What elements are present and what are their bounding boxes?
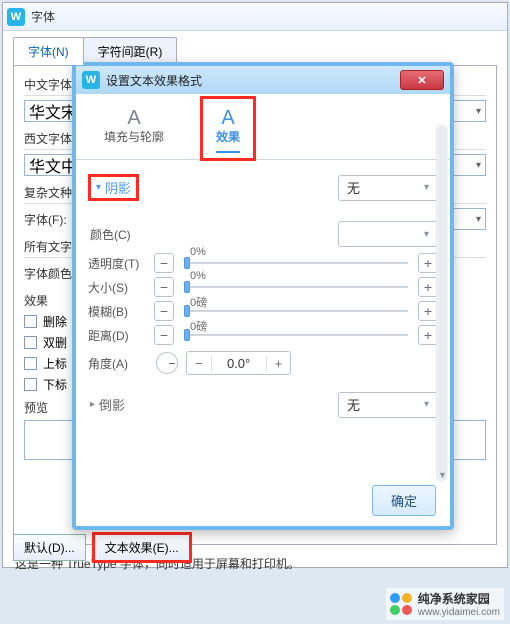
angle-label: 角度(A) [88, 355, 148, 372]
divider [76, 159, 450, 160]
triangle-down-icon: ▾ [96, 182, 101, 193]
opacity-minus-button[interactable]: − [154, 253, 174, 273]
reflect-section-header[interactable]: ▸ 倒影 [90, 395, 125, 414]
dialog-title: 设置文本效果格式 [106, 72, 394, 89]
app-icon: W [82, 71, 100, 89]
color-label: 颜色(C) [90, 226, 150, 243]
ok-area: 确定 [372, 485, 436, 516]
label-strike: 删除 [43, 313, 67, 330]
angle-row: 角度(A) − 0.0° + [88, 351, 438, 375]
shadow-preset-value: 无 [347, 178, 360, 197]
tab-font[interactable]: 字体(N) [13, 37, 84, 65]
checkbox-sup[interactable] [24, 357, 37, 370]
tab-spacing[interactable]: 字符间距(R) [83, 37, 178, 65]
angle-value: 0.0° [211, 356, 267, 371]
size-row: 大小(S) − 0% + [88, 277, 438, 297]
tab-effect[interactable]: A 效果 [202, 98, 254, 159]
cn-font-value: 华文宋 [29, 99, 77, 123]
angle-minus-button[interactable]: − [187, 356, 211, 371]
close-icon: ✕ [417, 74, 426, 87]
tab-fill-outline[interactable]: A 填充与轮廓 [90, 98, 178, 159]
reflect-preset-value: 无 [347, 395, 360, 414]
dialog-tabs: A 填充与轮廓 A 效果 [86, 98, 440, 159]
default-button[interactable]: 默认(D)... [13, 534, 86, 561]
slider-handle[interactable] [184, 257, 190, 269]
shadow-section-label: 阴影 [105, 178, 131, 197]
angle-dial[interactable] [156, 352, 178, 374]
blur-minus-button[interactable]: − [154, 301, 174, 321]
size-plus-button[interactable]: + [418, 277, 438, 297]
chevron-down-icon: ▾ [424, 182, 429, 193]
text-effect-button[interactable]: 文本效果(E)... [94, 534, 190, 561]
size-value: 0% [190, 270, 206, 282]
checkbox-strike[interactable] [24, 315, 37, 328]
shadow-preset-select[interactable]: 无▾ [338, 175, 438, 201]
label-sup: 上标 [43, 355, 67, 372]
blur-value: 0磅 [190, 294, 207, 310]
tab-effect-label: 效果 [216, 128, 240, 153]
distance-plus-button[interactable]: + [418, 325, 438, 345]
chevron-down-icon: ▾ [476, 214, 481, 225]
text-fill-icon: A [127, 108, 140, 128]
titlebar: W 字体 [3, 3, 507, 31]
app-icon: W [7, 8, 25, 26]
en-font-value: 华文中 [29, 153, 77, 177]
blur-plus-button[interactable]: + [418, 301, 438, 321]
size-slider[interactable]: 0% [184, 286, 408, 288]
blur-row: 模糊(B) − 0磅 + [88, 301, 438, 321]
watermark: 纯净系统家园 www.yidaimei.com [386, 588, 504, 620]
reflect-preset-select[interactable]: 无▾ [338, 392, 438, 418]
blur-label: 模糊(B) [88, 303, 148, 320]
distance-label: 距离(D) [88, 327, 148, 344]
angle-spinner[interactable]: − 0.0° + [186, 351, 291, 375]
shadow-section-header[interactable]: ▾ 阴影 [90, 176, 137, 199]
bottom-left-buttons: 默认(D)... 文本效果(E)... [13, 534, 190, 561]
slider-handle[interactable] [184, 281, 190, 293]
checkbox-dblstrike[interactable] [24, 336, 37, 349]
opacity-value: 0% [190, 246, 206, 258]
opacity-label: 透明度(T) [88, 255, 148, 272]
scroll-thumb[interactable] [438, 126, 447, 480]
opacity-slider[interactable]: 0% [184, 262, 408, 264]
text-effect-dialog: W 设置文本效果格式 ✕ A 填充与轮廓 A 效果 ▾ 阴影 无▾ 颜色 [72, 62, 454, 530]
chevron-down-icon: ▾ [476, 160, 481, 171]
reflect-section-label: 倒影 [99, 395, 125, 414]
text-effect-icon: A [221, 108, 234, 128]
chevron-down-icon: ▾ [424, 229, 429, 240]
distance-slider[interactable]: 0磅 [184, 334, 408, 336]
watermark-brand: 纯净系统家园 [418, 590, 500, 607]
scroll-down-icon[interactable]: ▼ [437, 470, 448, 482]
ok-button[interactable]: 确定 [372, 485, 436, 516]
dialog-titlebar: W 设置文本效果格式 ✕ [76, 66, 450, 94]
distance-value: 0磅 [190, 318, 207, 334]
dialog-scrollbar[interactable]: ▲ ▼ [436, 124, 448, 482]
opacity-plus-button[interactable]: + [418, 253, 438, 273]
bottom-right-buttons [441, 537, 495, 561]
blur-slider[interactable]: 0磅 [184, 310, 408, 312]
main-tabs: 字体(N) 字符间距(R) [3, 31, 507, 65]
close-button[interactable]: ✕ [400, 70, 444, 90]
watermark-url: www.yidaimei.com [418, 607, 500, 618]
distance-minus-button[interactable]: − [154, 325, 174, 345]
tab-fill-label: 填充与轮廓 [104, 128, 164, 151]
window-title: 字体 [31, 8, 55, 25]
distance-row: 距离(D) − 0磅 + [88, 325, 438, 345]
triangle-right-icon: ▸ [90, 399, 95, 410]
size-minus-button[interactable]: − [154, 277, 174, 297]
chevron-down-icon: ▾ [476, 106, 481, 117]
dialog-body: A 填充与轮廓 A 效果 ▾ 阴影 无▾ 颜色(C) ▾ 透明 [76, 94, 450, 526]
watermark-icon [390, 593, 412, 615]
angle-plus-button[interactable]: + [267, 356, 291, 371]
opacity-row: 透明度(T) − 0% + [88, 253, 438, 273]
size-label: 大小(S) [88, 279, 148, 296]
shadow-color-select[interactable]: ▾ [338, 221, 438, 247]
label-sub: 下标 [43, 376, 67, 393]
label-dblstrike: 双删 [43, 334, 67, 351]
chevron-down-icon: ▾ [424, 399, 429, 410]
checkbox-sub[interactable] [24, 378, 37, 391]
